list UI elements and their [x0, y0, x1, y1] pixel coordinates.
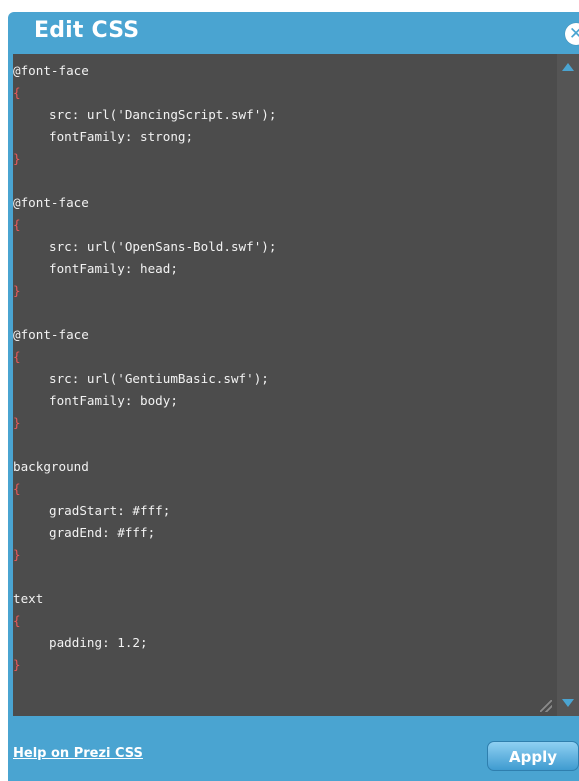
code-line: src: url('OpenSans-Bold.swf'); [49, 239, 277, 254]
code-line: { [13, 481, 21, 496]
code-line: @font-face [13, 327, 89, 342]
code-line: src: url('GentiumBasic.swf'); [49, 371, 269, 386]
edit-css-dialog: Edit CSS ✕ @font-face { src: url('Dancin… [8, 12, 579, 781]
scroll-down-arrow-icon[interactable] [562, 699, 574, 707]
code-line: { [13, 217, 21, 232]
code-line: text [13, 591, 44, 606]
code-line: } [13, 415, 21, 430]
code-line: } [13, 283, 21, 298]
code-line: src: url('DancingScript.swf'); [49, 107, 277, 122]
vertical-scrollbar[interactable] [557, 54, 579, 716]
resize-grip-icon[interactable] [540, 700, 552, 712]
code-line: { [13, 613, 21, 628]
code-line: @font-face [13, 63, 89, 78]
code-line: { [13, 85, 21, 100]
dialog-title: Edit CSS [34, 18, 140, 43]
code-line: @font-face [13, 195, 89, 210]
apply-button[interactable]: Apply [487, 741, 579, 771]
css-editor[interactable]: @font-face { src: url('DancingScript.swf… [13, 54, 579, 716]
code-line: } [13, 547, 21, 562]
code-line: gradEnd: #fff; [49, 525, 156, 540]
code-line: gradStart: #fff; [49, 503, 171, 518]
code-line: fontFamily: head; [49, 261, 178, 276]
code-line: } [13, 657, 21, 672]
code-line: fontFamily: strong; [49, 129, 194, 144]
code-line: } [13, 151, 21, 166]
help-on-prezi-css-link[interactable]: Help on Prezi CSS [13, 746, 143, 761]
code-area[interactable]: @font-face { src: url('DancingScript.swf… [13, 60, 549, 676]
code-line: fontFamily: body; [49, 393, 178, 408]
close-icon[interactable]: ✕ [565, 23, 579, 45]
code-line: { [13, 349, 21, 364]
code-line: padding: 1.2; [49, 635, 148, 650]
code-line: background [13, 459, 89, 474]
scroll-up-arrow-icon[interactable] [562, 63, 574, 71]
